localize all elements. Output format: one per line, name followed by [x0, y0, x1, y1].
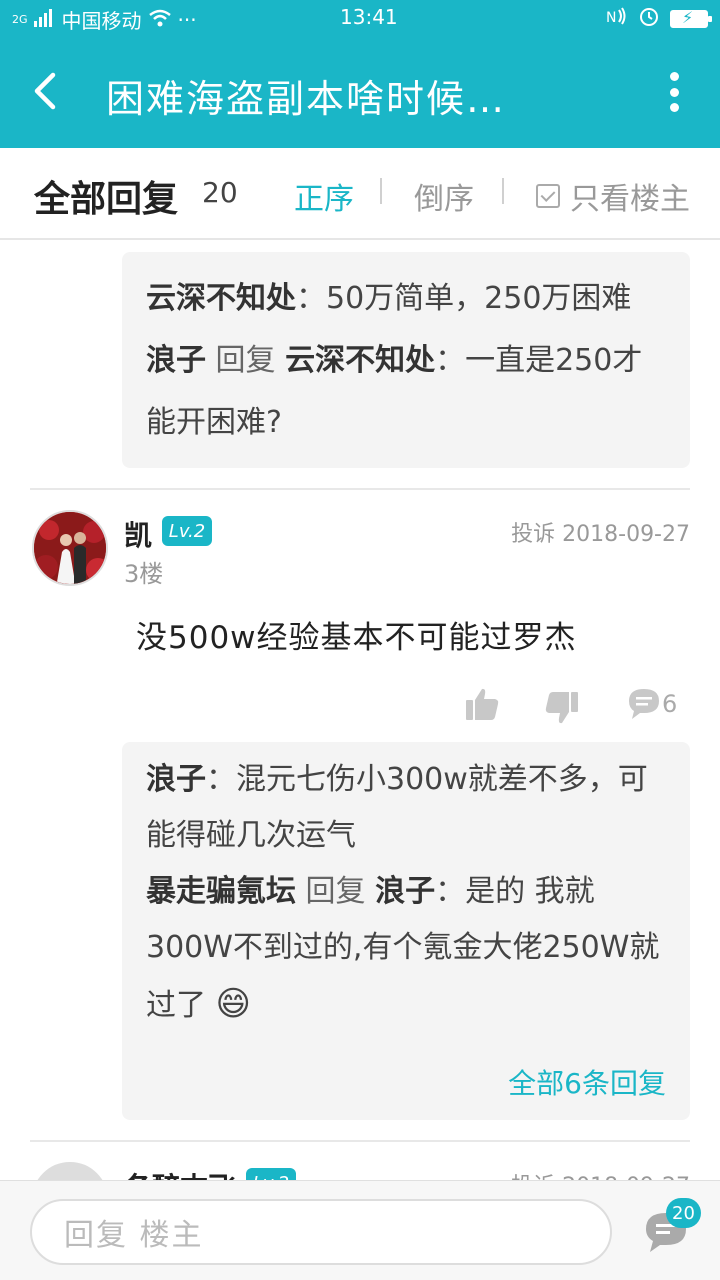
sub-reply: 浪子：混元七伤小300w就差不多，可能得碰几次运气 [146, 752, 666, 864]
sub-reply-box[interactable]: 浪子：混元七伤小300w就差不多，可能得碰几次运气 暴走骗氪坛 回复 浪子：是的… [122, 742, 690, 1120]
only-op-label: 只看楼主 [570, 182, 690, 217]
checkbox-icon[interactable] [536, 184, 560, 208]
all-replies-title: 全部回复 [34, 179, 179, 220]
thumbs-up-icon[interactable] [464, 686, 500, 722]
status-bar: 2G 中国移动 ··· 13:41 N ⚡ [0, 0, 720, 36]
reply-input[interactable]: 回复 楼主 [30, 1199, 612, 1265]
svg-text:N: N [606, 10, 616, 26]
sub-reply-box[interactable]: 云深不知处：50万简单，250万困难 浪子 回复 云深不知处：一直是250才能开… [122, 252, 690, 468]
sub-reply-user[interactable]: 暴走骗氪坛 [146, 874, 296, 909]
sub-reply: 浪子 回复 云深不知处：一直是250才能开困难? [146, 330, 666, 454]
reply-word: 回复 [215, 343, 276, 378]
post-username[interactable]: 凯 [124, 514, 152, 554]
divider [30, 488, 690, 490]
sub-reply-text: ：混元七伤小300w就差不多，可能得碰几次运气 [146, 762, 648, 853]
only-op-toggle[interactable]: 只看楼主 [536, 174, 690, 218]
carrier-name: 中国移动 [61, 9, 142, 33]
all-replies-link[interactable]: 全部6条回复 [508, 1066, 666, 1102]
thumbs-down-icon[interactable] [544, 690, 580, 726]
status-right: N ⚡ [606, 5, 712, 32]
report-link[interactable]: 投诉 [511, 522, 555, 547]
sub-reply-user[interactable]: 云深不知处 [146, 281, 296, 316]
back-arrow-icon[interactable] [26, 66, 66, 116]
report-date-line: 投诉 2018-09-27 [511, 516, 690, 548]
level-badge: Lv.2 [162, 516, 212, 546]
alarm-icon [638, 5, 660, 32]
reply-word: 回复 [305, 874, 366, 909]
avatar[interactable] [32, 510, 108, 586]
sub-reply-user[interactable]: 浪子 [146, 762, 206, 797]
floor-number: 3楼 [124, 560, 164, 588]
status-more: ··· [177, 7, 197, 32]
comment-icon[interactable] [626, 686, 662, 722]
sub-reply: 暴走骗氪坛 回复 浪子：是的 我就300W不到过的,有个氪金大佬250W就过了 … [146, 864, 666, 1034]
app-bar: 困难海盗副本啥时候… [0, 36, 720, 148]
clock: 13:41 [340, 5, 398, 29]
tab-divider [380, 178, 382, 204]
page-title: 困难海盗副本啥时候… [106, 77, 507, 121]
network-type: 2G [12, 13, 28, 26]
sub-reply: 云深不知处：50万简单，250万困难 [146, 268, 666, 330]
sub-reply-text: ：50万简单，250万困难 [296, 281, 632, 316]
divider [30, 1140, 690, 1142]
sort-ascending-tab[interactable]: 正序 [294, 174, 354, 218]
wifi-icon [148, 8, 172, 32]
grinning-emoji: 😄 [215, 984, 251, 1024]
more-vertical-icon[interactable] [664, 72, 684, 112]
post-content: 没500w经验基本不可能过罗杰 [136, 620, 577, 656]
reply-count: 20 [202, 176, 238, 209]
comment-count: 6 [662, 690, 678, 718]
sort-descending-tab[interactable]: 倒序 [414, 174, 474, 218]
signal-icon [33, 8, 56, 32]
reply-count-badge: 20 [666, 1198, 701, 1228]
sub-reply-target-user[interactable]: 浪子 [375, 874, 435, 909]
post-date: 2018-09-27 [562, 522, 690, 547]
status-left: 2G 中国移动 ··· [12, 5, 197, 34]
reply-header: 全部回复 20 正序 倒序 只看楼主 [0, 148, 720, 240]
battery-icon: ⚡ [670, 8, 712, 28]
bottom-bar: 回复 楼主 [0, 1180, 720, 1280]
nfc-icon: N [606, 6, 628, 31]
tab-divider [502, 178, 504, 204]
sub-reply-target-user[interactable]: 云深不知处 [285, 343, 435, 378]
sub-reply-user[interactable]: 浪子 [146, 343, 206, 378]
